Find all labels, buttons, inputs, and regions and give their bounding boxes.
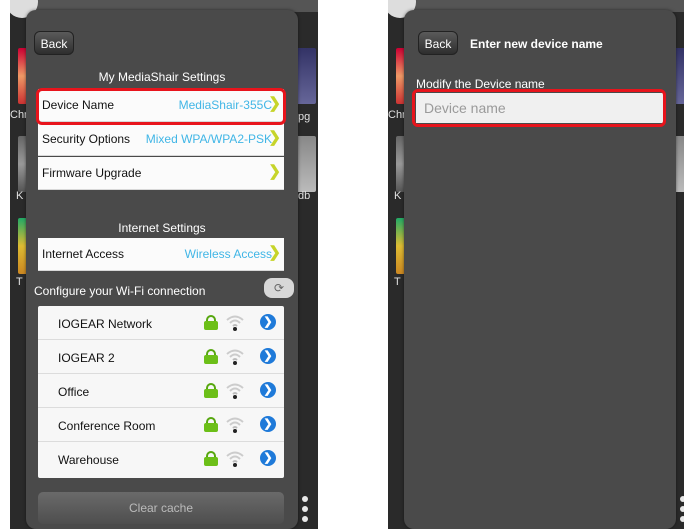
lock-icon	[204, 451, 218, 466]
network-details-button[interactable]: ❯	[260, 314, 276, 330]
wifi-signal-icon	[226, 315, 244, 331]
chevron-right-icon: ❯	[268, 163, 281, 180]
lock-icon	[204, 383, 218, 398]
back-button[interactable]: Back	[34, 31, 74, 55]
dialog-title: Enter new device name	[470, 37, 603, 51]
wifi-signal-icon	[226, 383, 244, 399]
device-name-highlight	[36, 88, 286, 125]
internet-access-row[interactable]: Internet Access Wireless Access ❯	[38, 238, 284, 271]
right-phone-screen: Chr K T Back Enter new device name Modif…	[388, 0, 684, 529]
background-label: K	[16, 190, 24, 202]
lock-icon	[204, 315, 218, 330]
background-label: db	[298, 190, 311, 202]
security-options-label: Security Options	[42, 132, 131, 146]
wifi-signal-icon	[226, 349, 244, 365]
background-label: pg	[298, 111, 311, 123]
background-label: K	[394, 190, 402, 202]
wifi-network-row[interactable]: Office ❯	[38, 374, 284, 408]
network-name: Warehouse	[58, 453, 119, 467]
chevron-right-icon: ❯	[268, 244, 281, 261]
internet-access-value: Wireless Access	[184, 247, 272, 261]
background-thumbnail	[296, 136, 316, 192]
wifi-network-row[interactable]: Conference Room ❯	[38, 408, 284, 442]
wifi-signal-icon	[226, 417, 244, 433]
internet-access-label: Internet Access	[42, 247, 125, 261]
network-details-button[interactable]: ❯	[260, 416, 276, 432]
device-name-input-highlight	[412, 89, 666, 127]
network-name: IOGEAR Network	[58, 317, 153, 331]
settings-title: My MediaShair Settings	[98, 70, 226, 84]
network-details-button[interactable]: ❯	[260, 348, 276, 364]
refresh-icon: ⟳	[273, 281, 285, 295]
network-name: Conference Room	[58, 419, 156, 433]
refresh-button[interactable]: ⟳	[264, 278, 294, 298]
wifi-network-row[interactable]: Warehouse ❯	[38, 442, 284, 476]
rename-dialog: Back Enter new device name Modify the De…	[404, 10, 676, 529]
network-details-button[interactable]: ❯	[260, 450, 276, 466]
back-button[interactable]: Back	[418, 31, 458, 55]
background-label: T	[394, 276, 401, 288]
wifi-network-row[interactable]: IOGEAR Network ❯	[38, 306, 284, 340]
chevron-right-icon: ❯	[268, 129, 281, 146]
lock-icon	[204, 349, 218, 364]
clear-cache-button[interactable]: Clear cache	[38, 492, 284, 524]
firmware-upgrade-label: Firmware Upgrade	[42, 166, 142, 180]
lock-icon	[204, 417, 218, 432]
wifi-signal-icon	[226, 451, 244, 467]
network-name: Office	[58, 385, 90, 399]
wifi-heading: Configure your Wi-Fi connection	[34, 284, 206, 298]
wifi-network-row[interactable]: IOGEAR 2 ❯	[38, 340, 284, 374]
security-options-row[interactable]: Security Options Mixed WPA/WPA2-PSK ❯	[38, 123, 284, 156]
internet-settings-title: Internet Settings	[118, 221, 206, 235]
firmware-upgrade-row[interactable]: Firmware Upgrade ❯	[38, 157, 284, 190]
background-label: T	[16, 276, 23, 288]
network-name: IOGEAR 2	[58, 351, 115, 365]
settings-dialog: Back My MediaShair Settings Device Name …	[26, 10, 298, 529]
left-phone-screen: Chr K T pg db Back My MediaShair Setting…	[10, 0, 318, 529]
overflow-menu-icon[interactable]	[302, 496, 308, 526]
network-details-button[interactable]: ❯	[260, 382, 276, 398]
overflow-menu-icon[interactable]	[680, 496, 684, 526]
wifi-network-list: IOGEAR Network ❯ IOGEAR 2 ❯ Office ❯ Con…	[38, 306, 284, 478]
security-options-value: Mixed WPA/WPA2-PSK	[145, 132, 272, 146]
